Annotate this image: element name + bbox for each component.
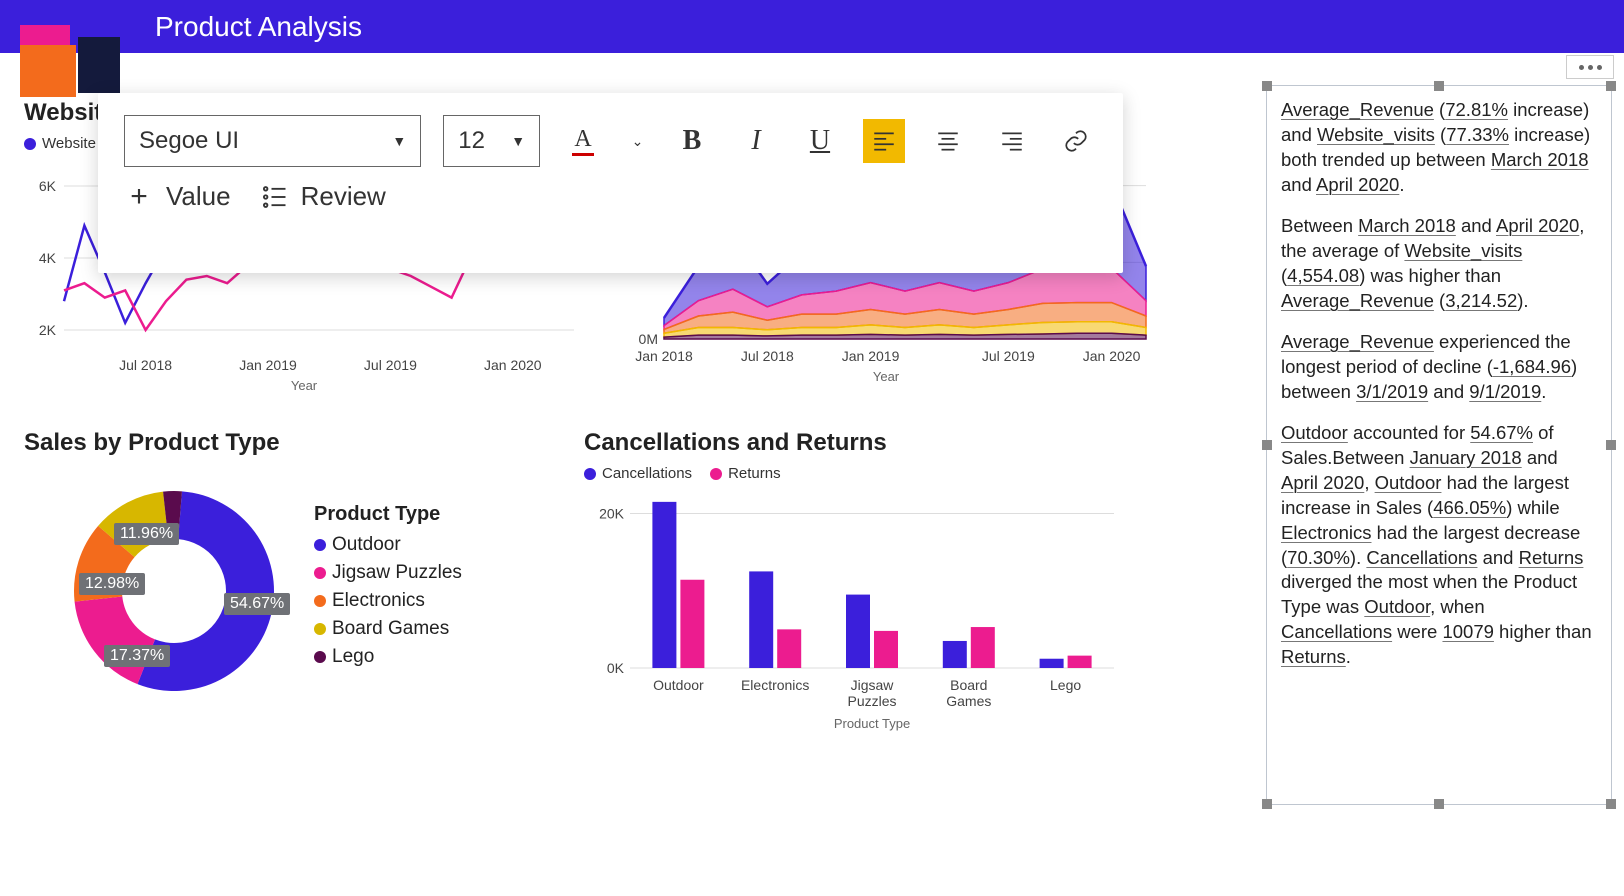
legend-item: Electronics <box>314 590 462 612</box>
align-center-button[interactable] <box>927 119 969 163</box>
list-icon <box>261 183 289 211</box>
resize-handle[interactable] <box>1434 799 1444 809</box>
donut-percent-badge: 12.98% <box>79 573 145 595</box>
font-size-value: 12 <box>458 127 485 155</box>
cancellations-chart[interactable]: Cancellations and Returns Cancellations … <box>584 429 1124 741</box>
chevron-down-icon: ▼ <box>511 133 525 149</box>
bar-chart-svg: 0K 20K Outdoor Electronics JigsawPuzzles Boar… <box>584 488 1124 738</box>
font-color-button[interactable]: A <box>562 119 604 163</box>
resize-handle[interactable] <box>1262 799 1272 809</box>
svg-text:Jul 2018: Jul 2018 <box>119 357 172 373</box>
link-button[interactable] <box>1055 119 1097 163</box>
svg-text:0M: 0M <box>639 331 658 347</box>
donut-percent-badge: 17.37% <box>104 645 170 667</box>
resize-handle[interactable] <box>1434 81 1444 91</box>
svg-text:Jigsaw: Jigsaw <box>851 677 895 693</box>
plus-icon: + <box>124 182 154 212</box>
underline-button[interactable]: U <box>799 119 841 163</box>
align-right-button[interactable] <box>991 119 1033 163</box>
value-label: Value <box>166 181 231 212</box>
legend-label: Returns <box>728 465 781 482</box>
review-button[interactable]: Review <box>261 181 386 212</box>
svg-text:Board: Board <box>950 677 987 693</box>
svg-text:Jan 2020: Jan 2020 <box>1083 348 1141 364</box>
svg-text:Year: Year <box>873 369 900 384</box>
svg-text:Jan 2020: Jan 2020 <box>484 357 542 373</box>
svg-text:Outdoor: Outdoor <box>653 677 704 693</box>
svg-text:Jan 2018: Jan 2018 <box>635 348 693 364</box>
svg-text:Puzzles: Puzzles <box>847 693 896 709</box>
chart-title: Cancellations and Returns <box>584 429 1124 457</box>
svg-text:Jul 2018: Jul 2018 <box>741 348 794 364</box>
font-size-select[interactable]: 12 ▼ <box>443 115 540 167</box>
svg-text:4K: 4K <box>39 250 57 266</box>
legend-title: Product Type <box>314 503 462 526</box>
donut-legend: Product Type Outdoor Jigsaw Puzzles Electr… <box>314 503 462 674</box>
italic-button[interactable]: I <box>735 119 777 163</box>
svg-text:Jul 2019: Jul 2019 <box>364 357 417 373</box>
donut-svg <box>24 473 284 703</box>
smart-narrative-textbox[interactable]: Average_Revenue (72.81% increase) and We… <box>1266 85 1612 805</box>
resize-handle[interactable] <box>1606 81 1616 91</box>
svg-text:0K: 0K <box>607 660 625 676</box>
svg-text:2K: 2K <box>39 322 57 338</box>
svg-text:20K: 20K <box>599 505 625 521</box>
resize-handle[interactable] <box>1262 81 1272 91</box>
svg-text:Electronics: Electronics <box>741 677 809 693</box>
svg-text:Games: Games <box>946 693 991 709</box>
donut-percent-badge: 11.96% <box>114 523 179 545</box>
resize-handle[interactable] <box>1606 799 1616 809</box>
page-title: Product Analysis <box>155 11 362 43</box>
narrative-paragraph: Average_Revenue (72.81% increase) and We… <box>1281 98 1597 198</box>
legend-item: Outdoor <box>314 534 462 556</box>
narrative-paragraph: Average_Revenue experienced the longest … <box>1281 330 1597 405</box>
bold-button[interactable]: B <box>671 119 713 163</box>
align-left-button[interactable] <box>863 119 905 163</box>
svg-text:Year: Year <box>291 378 318 393</box>
donut-percent-badge: 54.67% <box>224 593 290 615</box>
narrative-paragraph: Outdoor accounted for 54.67% of Sales.Be… <box>1281 421 1597 671</box>
legend-item: Board Games <box>314 618 462 640</box>
svg-text:6K: 6K <box>39 178 57 194</box>
svg-text:Product Type: Product Type <box>834 716 910 731</box>
svg-text:Jan 2019: Jan 2019 <box>842 348 900 364</box>
resize-handle[interactable] <box>1606 440 1616 450</box>
font-family-value: Segoe UI <box>139 127 239 155</box>
chart-legend: Cancellations Returns <box>584 465 1124 482</box>
legend-item: Jigsaw Puzzles <box>314 562 462 584</box>
chevron-down-icon: ▼ <box>392 133 406 149</box>
legend-label: Cancellations <box>602 465 692 482</box>
add-value-button[interactable]: + Value <box>124 181 231 212</box>
font-color-chevron[interactable]: ⌄ <box>626 119 649 163</box>
legend-item: Lego <box>314 646 462 668</box>
font-family-select[interactable]: Segoe UI ▼ <box>124 115 421 167</box>
sales-donut-chart[interactable]: Sales by Product Type 54.67% 17.37% 12.98%… <box>24 429 552 741</box>
svg-text:Lego: Lego <box>1050 677 1081 693</box>
svg-text:Jul 2019: Jul 2019 <box>982 348 1035 364</box>
narrative-paragraph: Between March 2018 and April 2020, the a… <box>1281 214 1597 314</box>
svg-text:Jan 2019: Jan 2019 <box>239 357 297 373</box>
chart-title: Sales by Product Type <box>24 429 552 457</box>
report-header: Product Analysis <box>0 0 1624 53</box>
review-label: Review <box>301 181 386 212</box>
resize-handle[interactable] <box>1262 440 1272 450</box>
narrative-toolbar: Segoe UI ▼ 12 ▼ A ⌄ B I U + Value <box>98 93 1123 273</box>
